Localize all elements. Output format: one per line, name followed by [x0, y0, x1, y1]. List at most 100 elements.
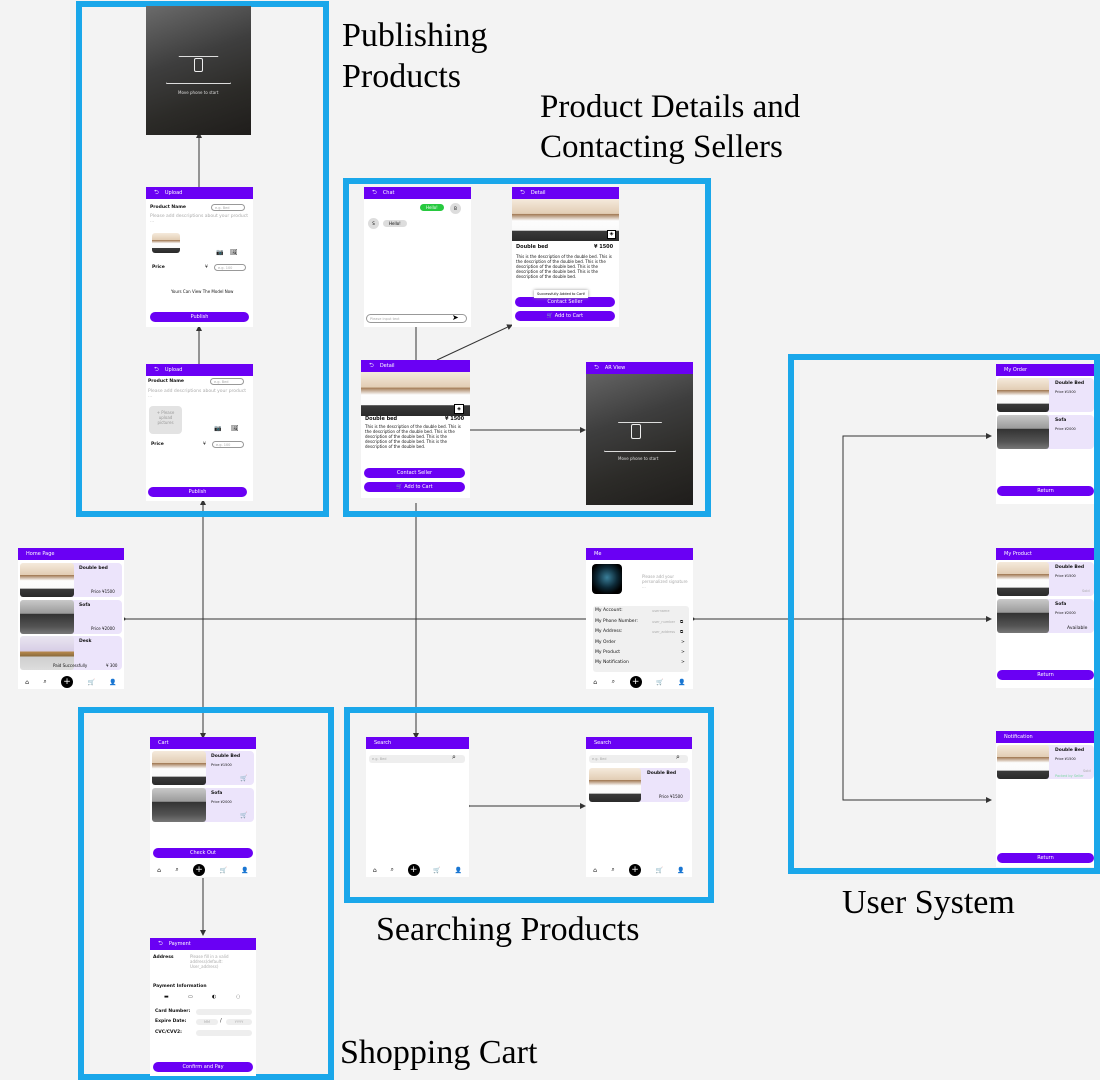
publish-button[interactable]: Publish — [148, 487, 247, 497]
camera-icon[interactable]: 📷 — [216, 249, 223, 256]
camera-icon[interactable]: 📷 — [214, 425, 221, 432]
back-icon[interactable]: ⮌ — [520, 189, 525, 196]
list-item[interactable]: Double Bed Price ¥1500 — [997, 378, 1094, 412]
add-to-cart-button[interactable]: 🛒 Add to Cart — [515, 311, 615, 321]
add-icon[interactable]: + — [61, 676, 74, 688]
contact-seller-button[interactable]: Contact Seller — [364, 468, 465, 478]
back-icon[interactable]: ⮌ — [372, 189, 377, 196]
search-icon[interactable]: ⌕ — [612, 678, 615, 686]
list-item[interactable]: Double bed Price ¥1500 — [20, 563, 122, 597]
user-icon[interactable]: 👤 — [241, 867, 248, 874]
back-icon[interactable]: ⮌ — [369, 362, 374, 369]
my-order-link[interactable]: My Order — [595, 640, 616, 645]
home-icon[interactable]: ⌂ — [593, 679, 597, 686]
list-item[interactable]: Double Bed Price ¥1500 Sold — [997, 562, 1094, 596]
publish-button[interactable]: Publish — [150, 312, 249, 322]
card-icon[interactable]: ▭ — [188, 994, 193, 1000]
user-icon[interactable]: 👤 — [455, 867, 462, 874]
user-icon[interactable]: 👤 — [678, 679, 685, 686]
home-icon[interactable]: ⌂ — [25, 679, 29, 686]
price-input[interactable]: e.g. 100 — [214, 264, 246, 271]
back-icon[interactable]: ⮌ — [158, 940, 163, 947]
list-item[interactable]: Sofa Price ¥2000 Available — [997, 599, 1094, 633]
chevron-right-icon[interactable]: > — [681, 660, 685, 665]
search-icon[interactable]: ⌕ — [611, 866, 614, 874]
add-icon[interactable]: + — [629, 676, 642, 688]
cart-icon[interactable]: 🛒 — [655, 867, 662, 874]
price-input[interactable]: e.g. 100 — [212, 441, 244, 448]
wechat-pay-icon[interactable]: ◐ — [212, 994, 216, 1000]
cart-icon[interactable]: 🛒 — [433, 867, 440, 874]
search-icon[interactable]: ⌕ — [43, 678, 46, 686]
description-input[interactable]: Please add descriptions about your produ… — [148, 389, 248, 399]
back-icon[interactable]: ⮌ — [594, 364, 599, 371]
search-input[interactable]: e.g. Bed — [369, 755, 465, 763]
gallery-icon[interactable]: 🖼 — [231, 425, 239, 432]
item-price: Price ¥2000 — [1055, 611, 1076, 615]
user-icon[interactable]: 👤 — [677, 867, 684, 874]
back-icon[interactable]: ⮌ — [154, 189, 159, 196]
copy-icon[interactable]: ⧉ — [680, 629, 683, 635]
search-icon[interactable]: ⌕ — [452, 753, 456, 762]
cvc-input[interactable] — [196, 1030, 252, 1036]
add-to-cart-button[interactable]: 🛒 Add to Cart — [364, 482, 465, 492]
my-notification-link[interactable]: My Notification — [595, 660, 629, 665]
avatar[interactable] — [592, 564, 622, 594]
list-item[interactable]: Sofa Price ¥2000 — [20, 600, 122, 634]
chat-screen: ⮌ Chat Hello! B S Hello! Please input tex… — [364, 187, 471, 327]
checkout-button[interactable]: Check Out — [153, 848, 253, 858]
product-thumbnail — [152, 788, 206, 822]
gallery-icon[interactable]: 🖼 — [230, 249, 238, 256]
expire-year-input[interactable]: YYYY — [226, 1019, 252, 1025]
list-item[interactable]: Sofa Price ¥2000 — [997, 415, 1094, 449]
list-item[interactable]: Double Bed Price ¥1500 — [589, 768, 690, 802]
credit-card-icon[interactable]: ▬ — [164, 994, 169, 1000]
address-input[interactable]: Please fill in a valid address(default: … — [190, 954, 252, 969]
list-item[interactable]: Desk Paid Successfully ¥ 300 — [20, 636, 122, 670]
confirm-pay-button[interactable]: Confirm and Pay — [153, 1062, 253, 1072]
cart-icon[interactable]: 🛒 — [219, 867, 226, 874]
search-icon[interactable]: ⌕ — [676, 753, 680, 762]
cart-icon[interactable]: 🛒 — [87, 679, 94, 686]
add-to-cart-label: Add to Cart — [404, 484, 433, 490]
back-icon[interactable]: ⮌ — [154, 366, 159, 373]
cart-icon[interactable]: 🛒 — [240, 812, 247, 819]
item-price: ¥ 300 — [106, 663, 118, 668]
upload-picture-button[interactable]: + Please upload pictures — [149, 406, 182, 434]
user-icon[interactable]: 👤 — [109, 679, 116, 686]
add-icon[interactable]: + — [629, 864, 642, 876]
home-icon[interactable]: ⌂ — [373, 867, 377, 874]
signature-input[interactable]: Please add your personalized signature .… — [642, 574, 690, 589]
copy-icon[interactable]: ⧉ — [680, 619, 683, 625]
cart-icon[interactable]: 🛒 — [656, 679, 663, 686]
return-button[interactable]: Return — [997, 853, 1094, 863]
product-name-input[interactable]: e.g. Bed — [210, 378, 244, 385]
card-number-input[interactable] — [196, 1009, 252, 1015]
add-icon[interactable]: + — [193, 864, 206, 876]
tab-bar: ⌂ ⌕ + 🛒 👤 — [150, 863, 256, 877]
list-item[interactable]: Double Bed Price ¥1500 🛒 — [152, 751, 254, 785]
add-icon[interactable]: + — [407, 864, 420, 876]
home-icon[interactable]: ⌂ — [157, 867, 161, 874]
return-button[interactable]: Return — [997, 486, 1094, 496]
apple-pay-icon[interactable]: ◌ — [236, 994, 240, 1000]
return-button[interactable]: Return — [997, 670, 1094, 680]
ar-view-icon[interactable]: ◈ — [607, 230, 616, 239]
product-name-input[interactable]: e.g. Bed — [211, 204, 245, 211]
chevron-right-icon[interactable]: > — [681, 650, 685, 655]
chevron-right-icon[interactable]: > — [681, 640, 685, 645]
home-icon[interactable]: ⌂ — [593, 867, 597, 874]
ar-view-icon[interactable]: ◈ — [454, 404, 464, 414]
send-icon[interactable]: ➤ — [452, 313, 459, 322]
list-item[interactable]: Sofa Price ¥2000 🛒 — [152, 788, 254, 822]
search-icon[interactable]: ⌕ — [175, 866, 178, 874]
search-input[interactable]: e.g. Bed — [589, 755, 688, 763]
list-item[interactable]: Double Bed Price ¥1500 Sold Packed by Se… — [997, 745, 1094, 779]
expire-month-input[interactable]: MM — [196, 1019, 218, 1025]
contact-seller-button[interactable]: Contact Seller — [515, 297, 615, 307]
my-product-link[interactable]: My Product — [595, 650, 620, 655]
upload-screen-filled: ⮌ Upload Product Name e.g. Bed Please add… — [146, 187, 253, 327]
description-input[interactable]: Please add descriptions about your produ… — [150, 214, 248, 224]
search-icon[interactable]: ⌕ — [390, 866, 393, 874]
cart-icon[interactable]: 🛒 — [240, 775, 247, 782]
